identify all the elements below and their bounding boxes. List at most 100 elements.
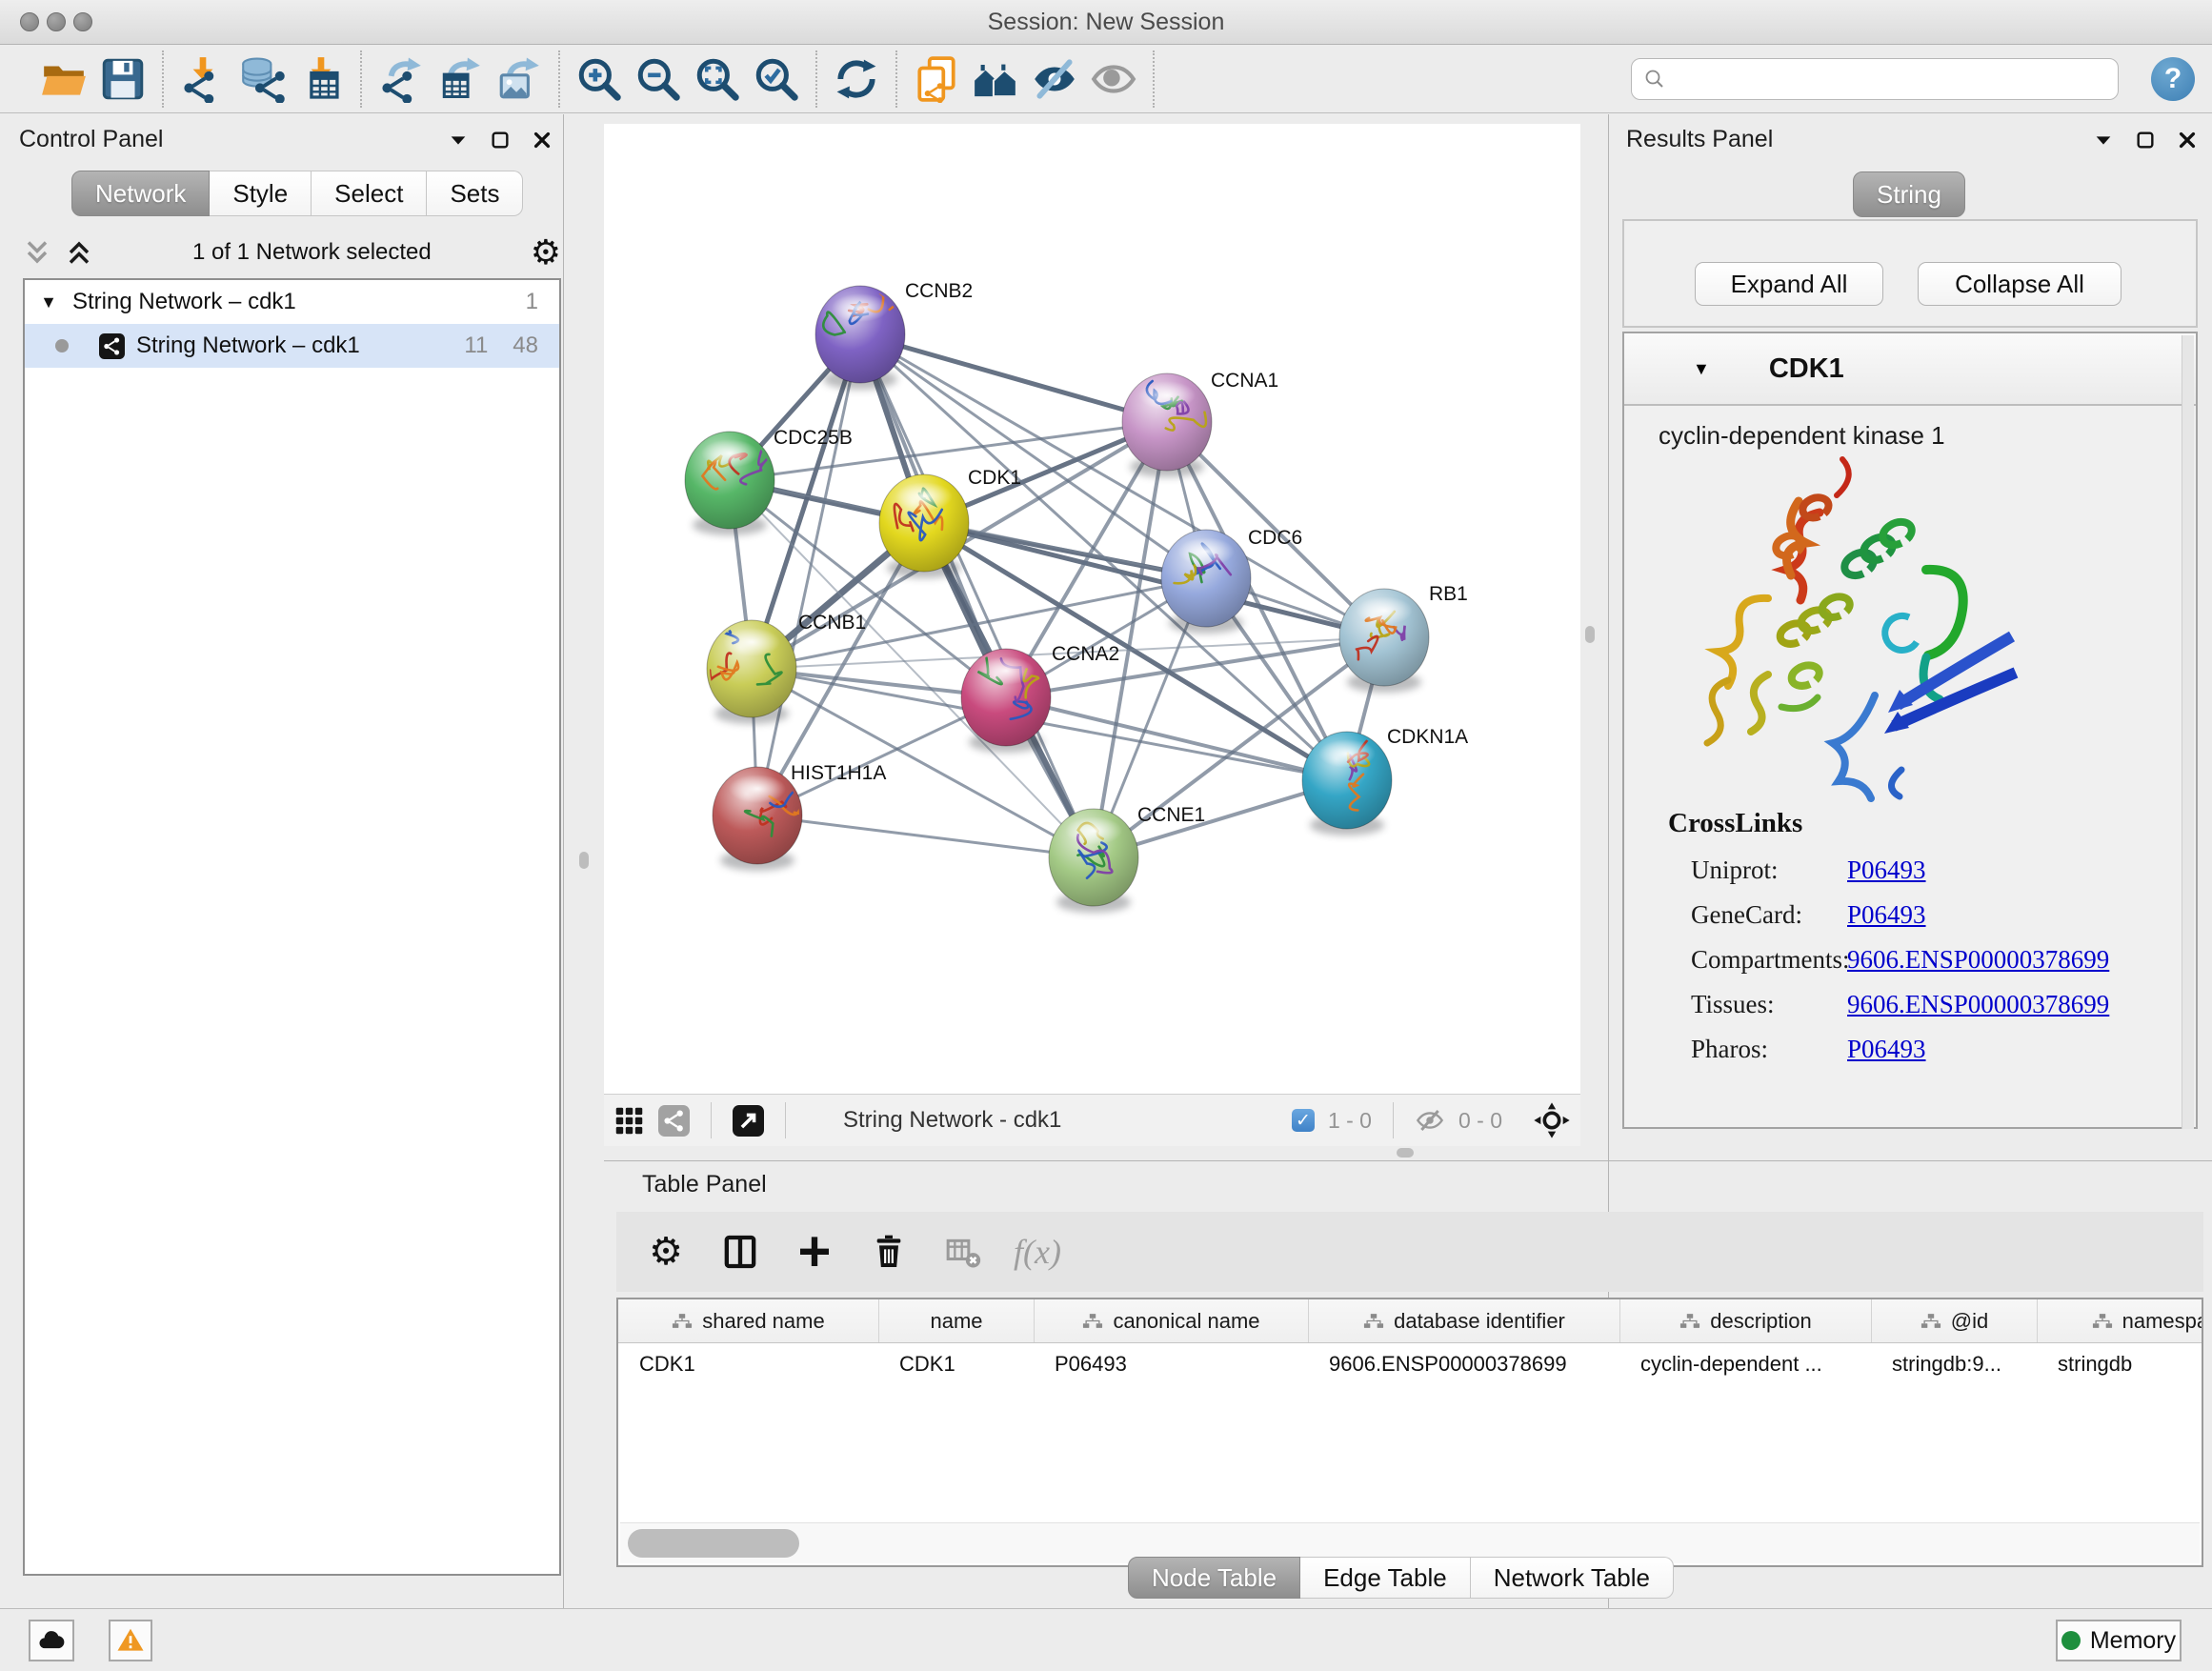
crosslink-link[interactable]: P06493 (1847, 900, 1926, 930)
network-list-options-icon[interactable]: ⚙ (531, 235, 561, 270)
table-cell[interactable]: cyclin-dependent ... (1619, 1343, 1871, 1384)
network-graph[interactable]: CCNB2 CCNA1 CDC25B CDK1 CDC6 RB1 CCNB1 (604, 124, 1580, 1094)
search-input[interactable] (1674, 66, 2118, 92)
collection-expander-icon[interactable]: ▼ (25, 292, 57, 312)
float-panel-icon[interactable] (490, 130, 511, 151)
left-splitter-handle[interactable] (579, 852, 589, 869)
panel-menu-icon[interactable] (448, 130, 469, 151)
zoom-out-button[interactable] (629, 50, 688, 108)
node-CCNA1[interactable]: CCNA1 (1122, 370, 1278, 477)
node-CDC25B[interactable]: CDC25B (685, 427, 853, 535)
node-HIST1H1A[interactable]: HIST1H1A (713, 762, 886, 871)
zoom-fit-content-button[interactable] (688, 50, 747, 108)
table-cell[interactable]: CDK1 (618, 1343, 878, 1384)
string-logo-icon[interactable] (658, 1105, 690, 1137)
hidden-eye-icon[interactable] (1415, 1105, 1445, 1136)
column-header--id[interactable]: @id (1871, 1299, 2037, 1342)
cloud-button[interactable] (29, 1620, 74, 1661)
tab-network[interactable]: Network (71, 171, 210, 216)
import-network-database-button[interactable] (232, 50, 292, 108)
horizontal-splitter-handle[interactable] (1397, 1148, 1414, 1158)
node-CCNB2[interactable]: CCNB2 (815, 280, 973, 390)
export-network-button[interactable] (372, 50, 431, 108)
table-settings-button[interactable]: ⚙ (643, 1229, 689, 1275)
zoom-selected-button[interactable] (747, 50, 806, 108)
tab-style[interactable]: Style (210, 171, 312, 216)
node-RB1[interactable]: RB1 (1339, 583, 1468, 693)
delete-column-button[interactable] (866, 1229, 912, 1275)
search-neighborhood-button[interactable] (966, 50, 1025, 108)
network-row[interactable]: String Network – cdk1 11 48 (25, 324, 559, 368)
expand-all-icon[interactable] (65, 238, 93, 267)
export-table-icon (436, 55, 484, 103)
close-panel-icon[interactable] (532, 130, 553, 151)
export-table-button[interactable] (431, 50, 490, 108)
table-cell[interactable]: CDK1 (878, 1343, 1034, 1384)
memory-button[interactable]: Memory (2056, 1620, 2182, 1661)
add-column-button[interactable] (792, 1229, 837, 1275)
save-session-button[interactable] (93, 50, 152, 108)
hide-selected-button[interactable] (1025, 50, 1084, 108)
scrollbar-thumb[interactable] (628, 1529, 799, 1558)
crosslink-link[interactable]: 9606.ENSP00000378699 (1847, 945, 2109, 975)
column-header-namespace[interactable]: namespace (2037, 1299, 2203, 1342)
help-button[interactable]: ? (2151, 57, 2195, 101)
results-scrollbar[interactable] (2182, 335, 2194, 1129)
node-CCNE1[interactable]: CCNE1 (1049, 804, 1205, 913)
export-image-button[interactable] (490, 50, 549, 108)
save-session-icon (99, 55, 147, 103)
table-cell[interactable]: stringdb:9... (1871, 1343, 2037, 1384)
crosslink-link[interactable]: 9606.ENSP00000378699 (1847, 990, 2109, 1019)
column-header-description[interactable]: description (1619, 1299, 1871, 1342)
crosslink-link[interactable]: P06493 (1847, 1035, 1926, 1064)
show-columns-button[interactable] (717, 1229, 763, 1275)
minimize-window-icon[interactable] (47, 12, 66, 31)
table-cell[interactable]: stringdb (2037, 1343, 2203, 1384)
tab-edge-table[interactable]: Edge Table (1300, 1557, 1471, 1599)
float-panel-icon[interactable] (2135, 130, 2156, 151)
tab-select[interactable]: Select (312, 171, 427, 216)
maximize-window-icon[interactable] (73, 12, 92, 31)
entry-header[interactable]: ▼ CDK1 (1624, 333, 2196, 406)
clone-network-button[interactable] (907, 50, 966, 108)
table-cell[interactable]: 9606.ENSP00000378699 (1308, 1343, 1619, 1384)
open-session-button[interactable] (34, 50, 93, 108)
tab-string[interactable]: String (1853, 171, 1965, 217)
import-network-file-button[interactable] (173, 50, 232, 108)
birdseye-view-icon[interactable] (1533, 1101, 1571, 1139)
column-header-database-identifier[interactable]: database identifier (1308, 1299, 1619, 1342)
collapse-all-icon[interactable] (23, 238, 51, 267)
entry-expander-icon[interactable]: ▼ (1693, 359, 1710, 379)
tab-network-table[interactable]: Network Table (1471, 1557, 1674, 1599)
column-header-name[interactable]: name (878, 1299, 1034, 1342)
import-table-file-button[interactable] (292, 50, 351, 108)
close-panel-icon[interactable] (2177, 130, 2198, 151)
apply-preferred-layout-button[interactable] (827, 50, 886, 108)
edge-CCNB2-CCNE1[interactable] (860, 334, 1094, 857)
column-header-canonical-name[interactable]: canonical name (1034, 1299, 1308, 1342)
tab-node-table[interactable]: Node Table (1128, 1557, 1300, 1599)
network-collection-row[interactable]: ▼ String Network – cdk1 1 (25, 280, 559, 324)
grid-view-icon[interactable] (613, 1105, 645, 1137)
node-CDC6[interactable]: CDC6 (1161, 527, 1302, 634)
table-row[interactable]: CDK1CDK1P064939606.ENSP00000378699cyclin… (618, 1343, 2202, 1384)
panel-menu-icon[interactable] (2093, 130, 2114, 151)
crosslink-link[interactable]: P06493 (1847, 856, 1926, 885)
zoom-in-button[interactable] (570, 50, 629, 108)
right-splitter-handle[interactable] (1585, 626, 1595, 643)
open-in-window-icon[interactable] (733, 1105, 764, 1137)
tab-sets[interactable]: Sets (427, 171, 523, 216)
search-box[interactable] (1631, 58, 2119, 100)
close-window-icon[interactable] (20, 12, 39, 31)
table-cell[interactable]: P06493 (1034, 1343, 1308, 1384)
edge-HIST1H1A-CCNE1[interactable] (757, 815, 1094, 857)
edge-CCNB2-HIST1H1A[interactable] (757, 334, 860, 815)
collapse-all-button[interactable]: Collapse All (1918, 262, 2122, 306)
expand-all-button[interactable]: Expand All (1695, 262, 1883, 306)
selected-checkbox[interactable]: ✓ (1292, 1109, 1315, 1132)
show-hidden-button[interactable] (1084, 50, 1143, 108)
network-canvas[interactable]: CCNB2 CCNA1 CDC25B CDK1 CDC6 RB1 CCNB1 (604, 124, 1580, 1094)
column-header-shared-name[interactable]: shared name (618, 1299, 878, 1342)
warnings-button[interactable] (109, 1620, 152, 1661)
node-CDKN1A[interactable]: CDKN1A (1302, 726, 1468, 836)
